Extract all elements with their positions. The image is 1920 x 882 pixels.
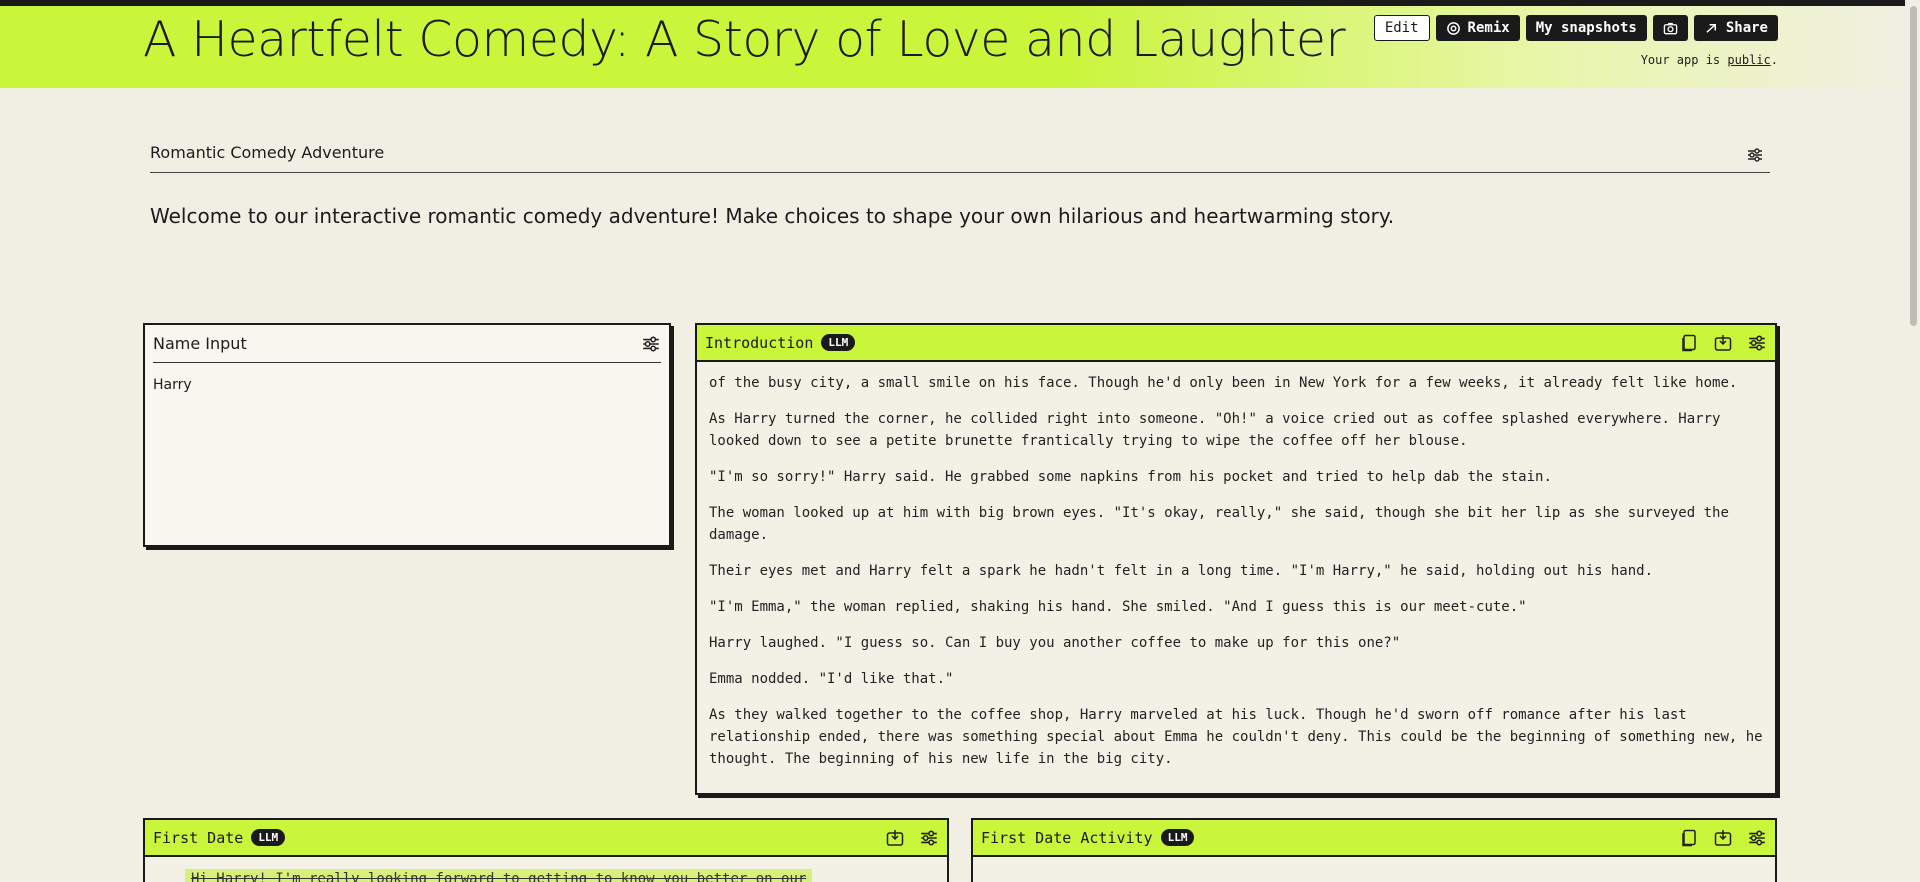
story-paragraph: The woman looked up at him with big brow…	[709, 505, 1729, 543]
welcome-text: Welcome to our interactive romantic come…	[150, 204, 1395, 228]
name-input-field[interactable]: Harry	[145, 363, 669, 407]
story-paragraph: "I'm Emma," the woman replied, shaking h…	[709, 599, 1527, 615]
story-paragraph: As they walked together to the coffee sh…	[709, 707, 1763, 767]
first-date-activity-card: First Date Activity LLM	[971, 818, 1777, 882]
story-paragraph: "I'm so sorry!" Harry said. He grabbed s…	[709, 469, 1552, 485]
insert-icon[interactable]	[1713, 333, 1733, 353]
snapshots-label: My snapshots	[1535, 20, 1637, 36]
settings-sliders-icon[interactable]	[919, 828, 939, 848]
settings-sliders-icon[interactable]	[1747, 333, 1767, 353]
share-button[interactable]: Share	[1693, 15, 1778, 41]
edit-label: Edit	[1384, 20, 1419, 36]
app-title: A Heartfelt Comedy: A Story of Love and …	[143, 11, 1346, 68]
scrollbar-thumb[interactable]	[1910, 6, 1917, 326]
remix-button[interactable]: Remix	[1435, 15, 1520, 41]
name-input-header: Name Input	[145, 325, 669, 362]
copy-icon[interactable]	[1679, 828, 1699, 848]
camera-icon	[1663, 22, 1678, 34]
public-link[interactable]: public	[1727, 53, 1770, 67]
snapshots-button[interactable]: My snapshots	[1525, 15, 1647, 41]
first-date-activity-title: First Date Activity	[981, 828, 1153, 847]
introduction-story: of the busy city, a small smile on his f…	[697, 362, 1775, 770]
share-label: Share	[1725, 20, 1768, 36]
toolbar: Edit Remix My snapshots Share	[1373, 15, 1778, 41]
remix-icon	[1446, 21, 1460, 35]
introduction-header: Introduction LLM	[697, 325, 1775, 362]
section-title: Romantic Comedy Adventure	[150, 143, 385, 162]
name-input-card: Name Input Harry	[143, 323, 671, 547]
first-date-activity-header: First Date Activity LLM	[973, 820, 1775, 857]
story-paragraph: Their eyes met and Harry felt a spark he…	[709, 563, 1654, 579]
introduction-title: Introduction	[705, 333, 814, 352]
visibility-suffix: .	[1770, 53, 1778, 67]
llm-badge: LLM	[251, 829, 286, 846]
share-arrow-icon	[1706, 23, 1716, 33]
visibility-prefix: Your app is	[1640, 53, 1721, 67]
first-date-activity-actions	[1679, 828, 1767, 848]
introduction-card: Introduction LLM of the busy city, a sma…	[695, 323, 1777, 795]
first-date-preview-text: Hi Harry! I'm really looking forward to …	[185, 869, 813, 882]
insert-icon[interactable]	[885, 828, 905, 848]
app-header: A Heartfelt Comedy: A Story of Love and …	[0, 6, 1920, 88]
visibility-note: Your app is public.	[1641, 53, 1778, 67]
copy-icon[interactable]	[1679, 333, 1699, 353]
first-date-actions	[885, 828, 939, 848]
insert-icon[interactable]	[1713, 828, 1733, 848]
remix-label: Remix	[1467, 20, 1510, 36]
llm-badge: LLM	[1160, 829, 1195, 846]
introduction-actions	[1679, 333, 1767, 353]
edit-button[interactable]: Edit	[1373, 15, 1430, 41]
story-paragraph: Emma nodded. "I'd like that."	[709, 671, 954, 687]
first-date-title: First Date	[153, 828, 244, 847]
settings-sliders-icon[interactable]	[1747, 828, 1767, 848]
settings-sliders-icon[interactable]	[641, 334, 661, 354]
name-input-title: Name Input	[153, 334, 247, 353]
llm-badge: LLM	[821, 334, 856, 351]
section-divider	[150, 172, 1770, 173]
story-paragraph: As Harry turned the corner, he collided …	[709, 411, 1721, 449]
first-date-preview: Hi Harry! I'm really looking forward to …	[145, 857, 947, 882]
page-scrollbar[interactable]	[1905, 0, 1920, 882]
name-input-actions	[641, 334, 661, 354]
story-paragraph: Harry laughed. "I guess so. Can I buy yo…	[709, 635, 1401, 651]
story-paragraph: of the busy city, a small smile on his f…	[709, 375, 1738, 391]
section-settings-icon[interactable]	[1746, 146, 1764, 168]
first-date-card: First Date LLM Hi Harry! I'm really look…	[143, 818, 949, 882]
camera-button[interactable]	[1652, 15, 1688, 41]
first-date-header: First Date LLM	[145, 820, 947, 857]
